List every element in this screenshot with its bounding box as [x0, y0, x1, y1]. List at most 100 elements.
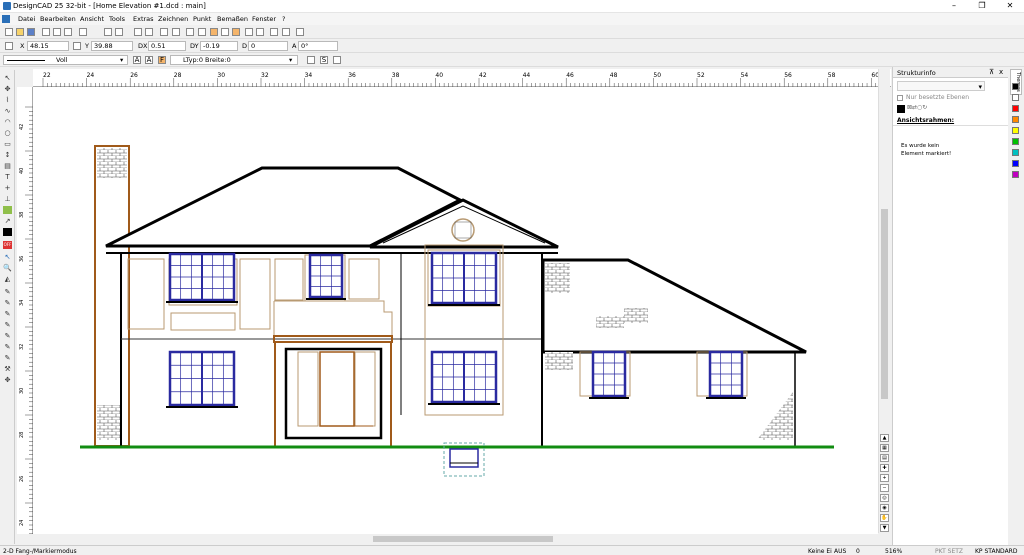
snap-icon[interactable] [210, 28, 218, 36]
filled-layers-checkbox[interactable] [897, 95, 903, 101]
palette-color[interactable] [1012, 105, 1019, 112]
menu-bemassen[interactable]: Bemaßen [217, 15, 248, 23]
s-icon[interactable]: S [320, 56, 328, 64]
style-icon[interactable] [333, 56, 341, 64]
edit-icon[interactable]: ✎ [3, 310, 12, 318]
menu-punkt[interactable]: Punkt [193, 15, 211, 23]
arc-icon[interactable]: ◠ [3, 118, 12, 126]
lock-icon[interactable] [5, 42, 13, 50]
menu-fenster[interactable]: Fenster [252, 15, 276, 23]
layout-icon[interactable] [64, 28, 72, 36]
d-field[interactable]: 0 [248, 41, 288, 51]
mirror-icon[interactable]: ✎ [3, 354, 12, 362]
dy-field[interactable]: -0.19 [200, 41, 238, 51]
window-icon[interactable] [270, 28, 278, 36]
pan-icon[interactable]: ✋ [880, 514, 889, 522]
menu-zeichnen[interactable]: Zeichnen [158, 15, 188, 23]
redo-icon[interactable] [145, 28, 153, 36]
y-field[interactable]: 39.88 [91, 41, 133, 51]
measure-icon[interactable]: ✎ [3, 299, 12, 307]
undo-icon[interactable] [134, 28, 142, 36]
hatch-icon[interactable]: ▤ [3, 162, 12, 170]
zoom-in-icon[interactable]: + [880, 474, 889, 482]
pin-icon[interactable]: ⊼ [989, 68, 994, 76]
select-arrow-icon[interactable]: ↖ [3, 74, 12, 82]
point-icon[interactable]: + [3, 184, 12, 192]
clipboard-icon[interactable] [172, 28, 180, 36]
themes-tab[interactable]: Themes [1010, 69, 1022, 95]
line-icon[interactable] [221, 28, 229, 36]
print-preview-icon[interactable] [53, 28, 61, 36]
grid-view-icon[interactable]: ▦ [880, 444, 889, 452]
new-icon[interactable] [5, 28, 13, 36]
open-icon[interactable] [16, 28, 24, 36]
dimension-icon[interactable]: ↕ [3, 151, 12, 159]
paste-icon[interactable] [160, 28, 168, 36]
polyline-icon[interactable]: ⌇ [3, 96, 12, 104]
menu-ansicht[interactable]: Ansicht [80, 15, 104, 23]
print-icon[interactable] [42, 28, 50, 36]
cut-icon[interactable] [104, 28, 112, 36]
zoom-window-icon[interactable]: ◎ [880, 494, 889, 502]
save-icon[interactable] [27, 28, 35, 36]
snap-tool-icon[interactable]: ✎ [3, 288, 12, 296]
text-small-icon[interactable]: A [133, 56, 141, 64]
help-icon[interactable] [79, 28, 87, 36]
minimize-button[interactable]: – [940, 0, 968, 13]
node-icon[interactable]: ✎ [3, 343, 12, 351]
x-field[interactable]: 48.15 [27, 41, 69, 51]
zoom-out-icon[interactable]: − [880, 484, 889, 492]
close-button[interactable]: ✕ [996, 0, 1024, 13]
zoom-tool-icon[interactable]: 🔍 [3, 264, 12, 272]
info-icon[interactable] [282, 28, 290, 36]
palette-color[interactable] [1012, 171, 1019, 178]
cursor-icon[interactable]: ↖ [3, 253, 12, 261]
context-help-icon[interactable] [296, 28, 304, 36]
fill-icon[interactable]: F [158, 56, 166, 64]
document-icon[interactable] [2, 15, 10, 23]
linestyle-select[interactable]: Voll ▾ [3, 55, 128, 65]
restore-button[interactable]: ❐ [968, 0, 996, 13]
grid-icon[interactable] [245, 28, 253, 36]
scroll-up-icon[interactable]: ▲ [880, 434, 889, 442]
hscroll-thumb[interactable] [373, 536, 553, 542]
angle-field[interactable]: 0° [298, 41, 338, 51]
menu-help[interactable]: ? [282, 15, 285, 23]
text-large-icon[interactable]: A [145, 56, 153, 64]
panel-select[interactable]: ▾ [897, 81, 985, 91]
lock-y-icon[interactable] [73, 42, 81, 50]
layer-icon[interactable] [256, 28, 264, 36]
menu-bearbeiten[interactable]: Bearbeiten [40, 15, 76, 23]
palette-color[interactable] [1012, 160, 1019, 167]
palette-color[interactable] [1012, 116, 1019, 123]
pause-icon[interactable] [186, 28, 194, 36]
scroll-down-icon[interactable]: ▼ [880, 524, 889, 532]
trim-icon[interactable]: ⊥ [3, 195, 12, 203]
dx-field[interactable]: 0.51 [148, 41, 186, 51]
fill-color-icon[interactable] [3, 228, 12, 236]
palette-color[interactable] [1012, 138, 1019, 145]
curve-icon[interactable]: ∿ [3, 107, 12, 115]
drawing-canvas[interactable] [33, 87, 878, 534]
circle-icon[interactable]: ○ [3, 129, 12, 137]
layer-tools-icon[interactable]: ⊠⇄○↻ [907, 104, 927, 111]
zoom-fit-icon[interactable]: ◉ [880, 504, 889, 512]
palette-color[interactable] [1012, 149, 1019, 156]
copy-icon[interactable] [115, 28, 123, 36]
menu-tools[interactable]: Tools [109, 15, 125, 23]
panel-close-icon[interactable]: x [999, 68, 1003, 76]
ortho-icon[interactable] [232, 28, 240, 36]
ortho-view-icon[interactable]: ▤ [880, 454, 889, 462]
move2-icon[interactable]: ✥ [3, 376, 12, 384]
bezier-icon[interactable]: ↗ [3, 217, 12, 225]
off-icon[interactable]: OFF [3, 241, 12, 249]
text-tool-icon[interactable]: T [3, 173, 12, 181]
linetype-select[interactable]: LTyp:0 Breite:0 ▾ [170, 55, 298, 65]
scroll-thumb[interactable] [881, 209, 888, 399]
image-icon[interactable] [3, 206, 12, 214]
paint-icon[interactable]: ◭ [3, 275, 12, 283]
stop-icon[interactable] [198, 28, 206, 36]
palette-color[interactable] [1012, 127, 1019, 134]
palette-color[interactable] [1012, 94, 1019, 101]
eye-icon[interactable] [307, 56, 315, 64]
